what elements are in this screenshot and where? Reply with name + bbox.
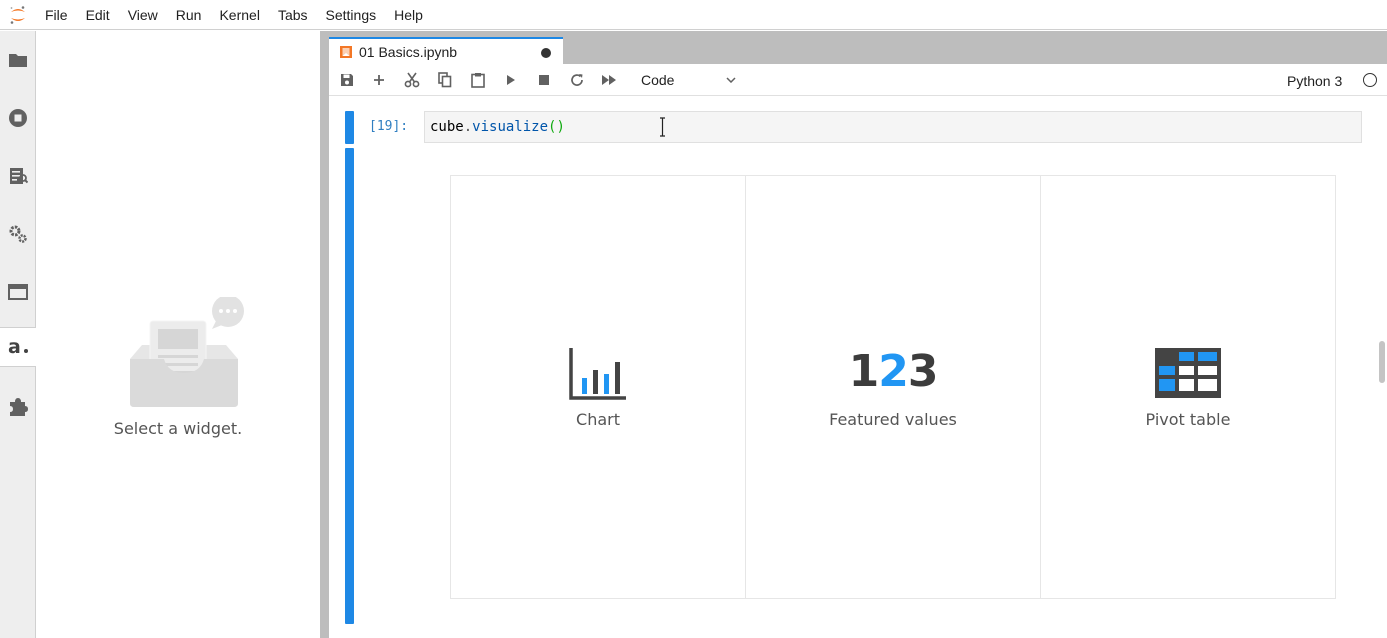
insert-cell-button[interactable] [368,70,390,90]
menu-file[interactable]: File [36,0,77,30]
folder-icon [9,54,27,67]
copy-icon [438,72,452,88]
widget-label: Featured values [829,410,957,429]
puzzle-icon [10,398,28,416]
menu-edit[interactable]: Edit [77,0,119,30]
refresh-icon [571,74,583,86]
panel-splitter-handle[interactable] [320,31,329,638]
plus-icon [374,75,384,85]
code-token-dot: . [463,119,473,135]
gear-icon [9,225,27,243]
kernel-name[interactable]: Python 3 [1287,73,1342,89]
menu-bar: File Edit View Run Kernel Tabs Settings … [0,0,1387,30]
menu-kernel[interactable]: Kernel [210,0,268,30]
cell-type-select[interactable]: Code [641,70,736,90]
stop-icon [539,75,549,85]
widget-side-panel: Select a widget. [36,31,320,638]
tab-title: 01 Basics.ipynb [359,43,458,60]
command-palette-button[interactable] [0,156,36,196]
unsaved-indicator-icon[interactable] [541,48,551,58]
open-tabs-button[interactable] [0,272,36,312]
copy-button[interactable] [434,70,456,90]
menu-help[interactable]: Help [385,0,432,30]
code-token-var: cube [430,119,464,135]
vertical-scrollbar[interactable] [1379,341,1385,383]
menu-run[interactable]: Run [167,0,211,30]
atoti-widgets-button[interactable]: a [0,327,37,367]
code-token-method: visualize [472,119,549,135]
empty-inbox-icon [128,295,248,412]
fast-forward-icon [602,75,616,85]
main-area: 01 Basics.ipynb Code Python 3 [19]: cube… [329,31,1387,638]
output-collapser[interactable] [345,148,354,624]
notebook-panel: [19]: cube.visualize() Chart 123 Feature… [329,97,1387,638]
kernel-idle-status-icon [1363,73,1377,87]
interrupt-kernel-button[interactable] [533,70,555,90]
tab-bar: 01 Basics.ipynb [329,31,1387,64]
notebook-toolbar: Code Python 3 [329,64,1387,96]
featured-digit-2: 2 [878,346,909,397]
cut-button[interactable] [401,70,423,90]
restart-kernel-button[interactable] [566,70,588,90]
jupyter-logo-icon [0,0,36,30]
save-button[interactable] [336,70,358,90]
text-cursor-icon [660,117,665,137]
commands-icon [10,168,28,184]
widget-picker: Chart 123 Featured values Pivot table [450,175,1336,599]
menu-settings[interactable]: Settings [317,0,386,30]
svg-text:a: a [8,338,21,356]
play-icon [507,75,515,85]
widget-option-chart[interactable]: Chart [451,176,746,598]
tabs-icon [8,284,28,300]
activity-bar: a [0,31,37,638]
running-icon [9,109,27,127]
paste-button[interactable] [467,70,489,90]
featured-digit-3: 3 [907,346,939,397]
widget-label: Chart [576,410,620,429]
extension-manager-button[interactable] [0,387,36,427]
menu-view[interactable]: View [119,0,167,30]
save-icon [341,74,353,86]
file-browser-button[interactable] [0,40,36,80]
atoti-icon: a [8,338,28,356]
tab-notebook[interactable]: 01 Basics.ipynb [329,37,563,64]
input-prompt: [19]: [369,119,409,134]
code-cell-editor[interactable]: cube.visualize() [424,111,1362,143]
paste-icon [471,73,485,88]
running-sessions-button[interactable] [0,98,36,138]
menu-tabs[interactable]: Tabs [269,0,317,30]
notebook-icon [340,45,352,58]
code-token-parens: () [548,119,565,135]
widget-option-featured-values[interactable]: 123 Featured values [746,176,1041,598]
chevron-down-icon [726,77,736,83]
run-cell-button[interactable] [500,70,522,90]
scissors-icon [404,72,420,88]
property-inspector-button[interactable] [0,214,36,254]
pivot-table-icon [1155,348,1221,398]
widget-option-pivot-table[interactable]: Pivot table [1041,176,1335,598]
cell-type-value: Code [641,72,675,88]
featured-values-icon: 123 [848,346,939,397]
input-collapser[interactable] [345,111,354,144]
bar-chart-icon [569,348,626,400]
empty-panel-message: Select a widget. [113,419,243,438]
featured-digit-1: 1 [848,346,880,397]
widget-label: Pivot table [1145,410,1231,429]
restart-run-all-button[interactable] [598,70,620,90]
